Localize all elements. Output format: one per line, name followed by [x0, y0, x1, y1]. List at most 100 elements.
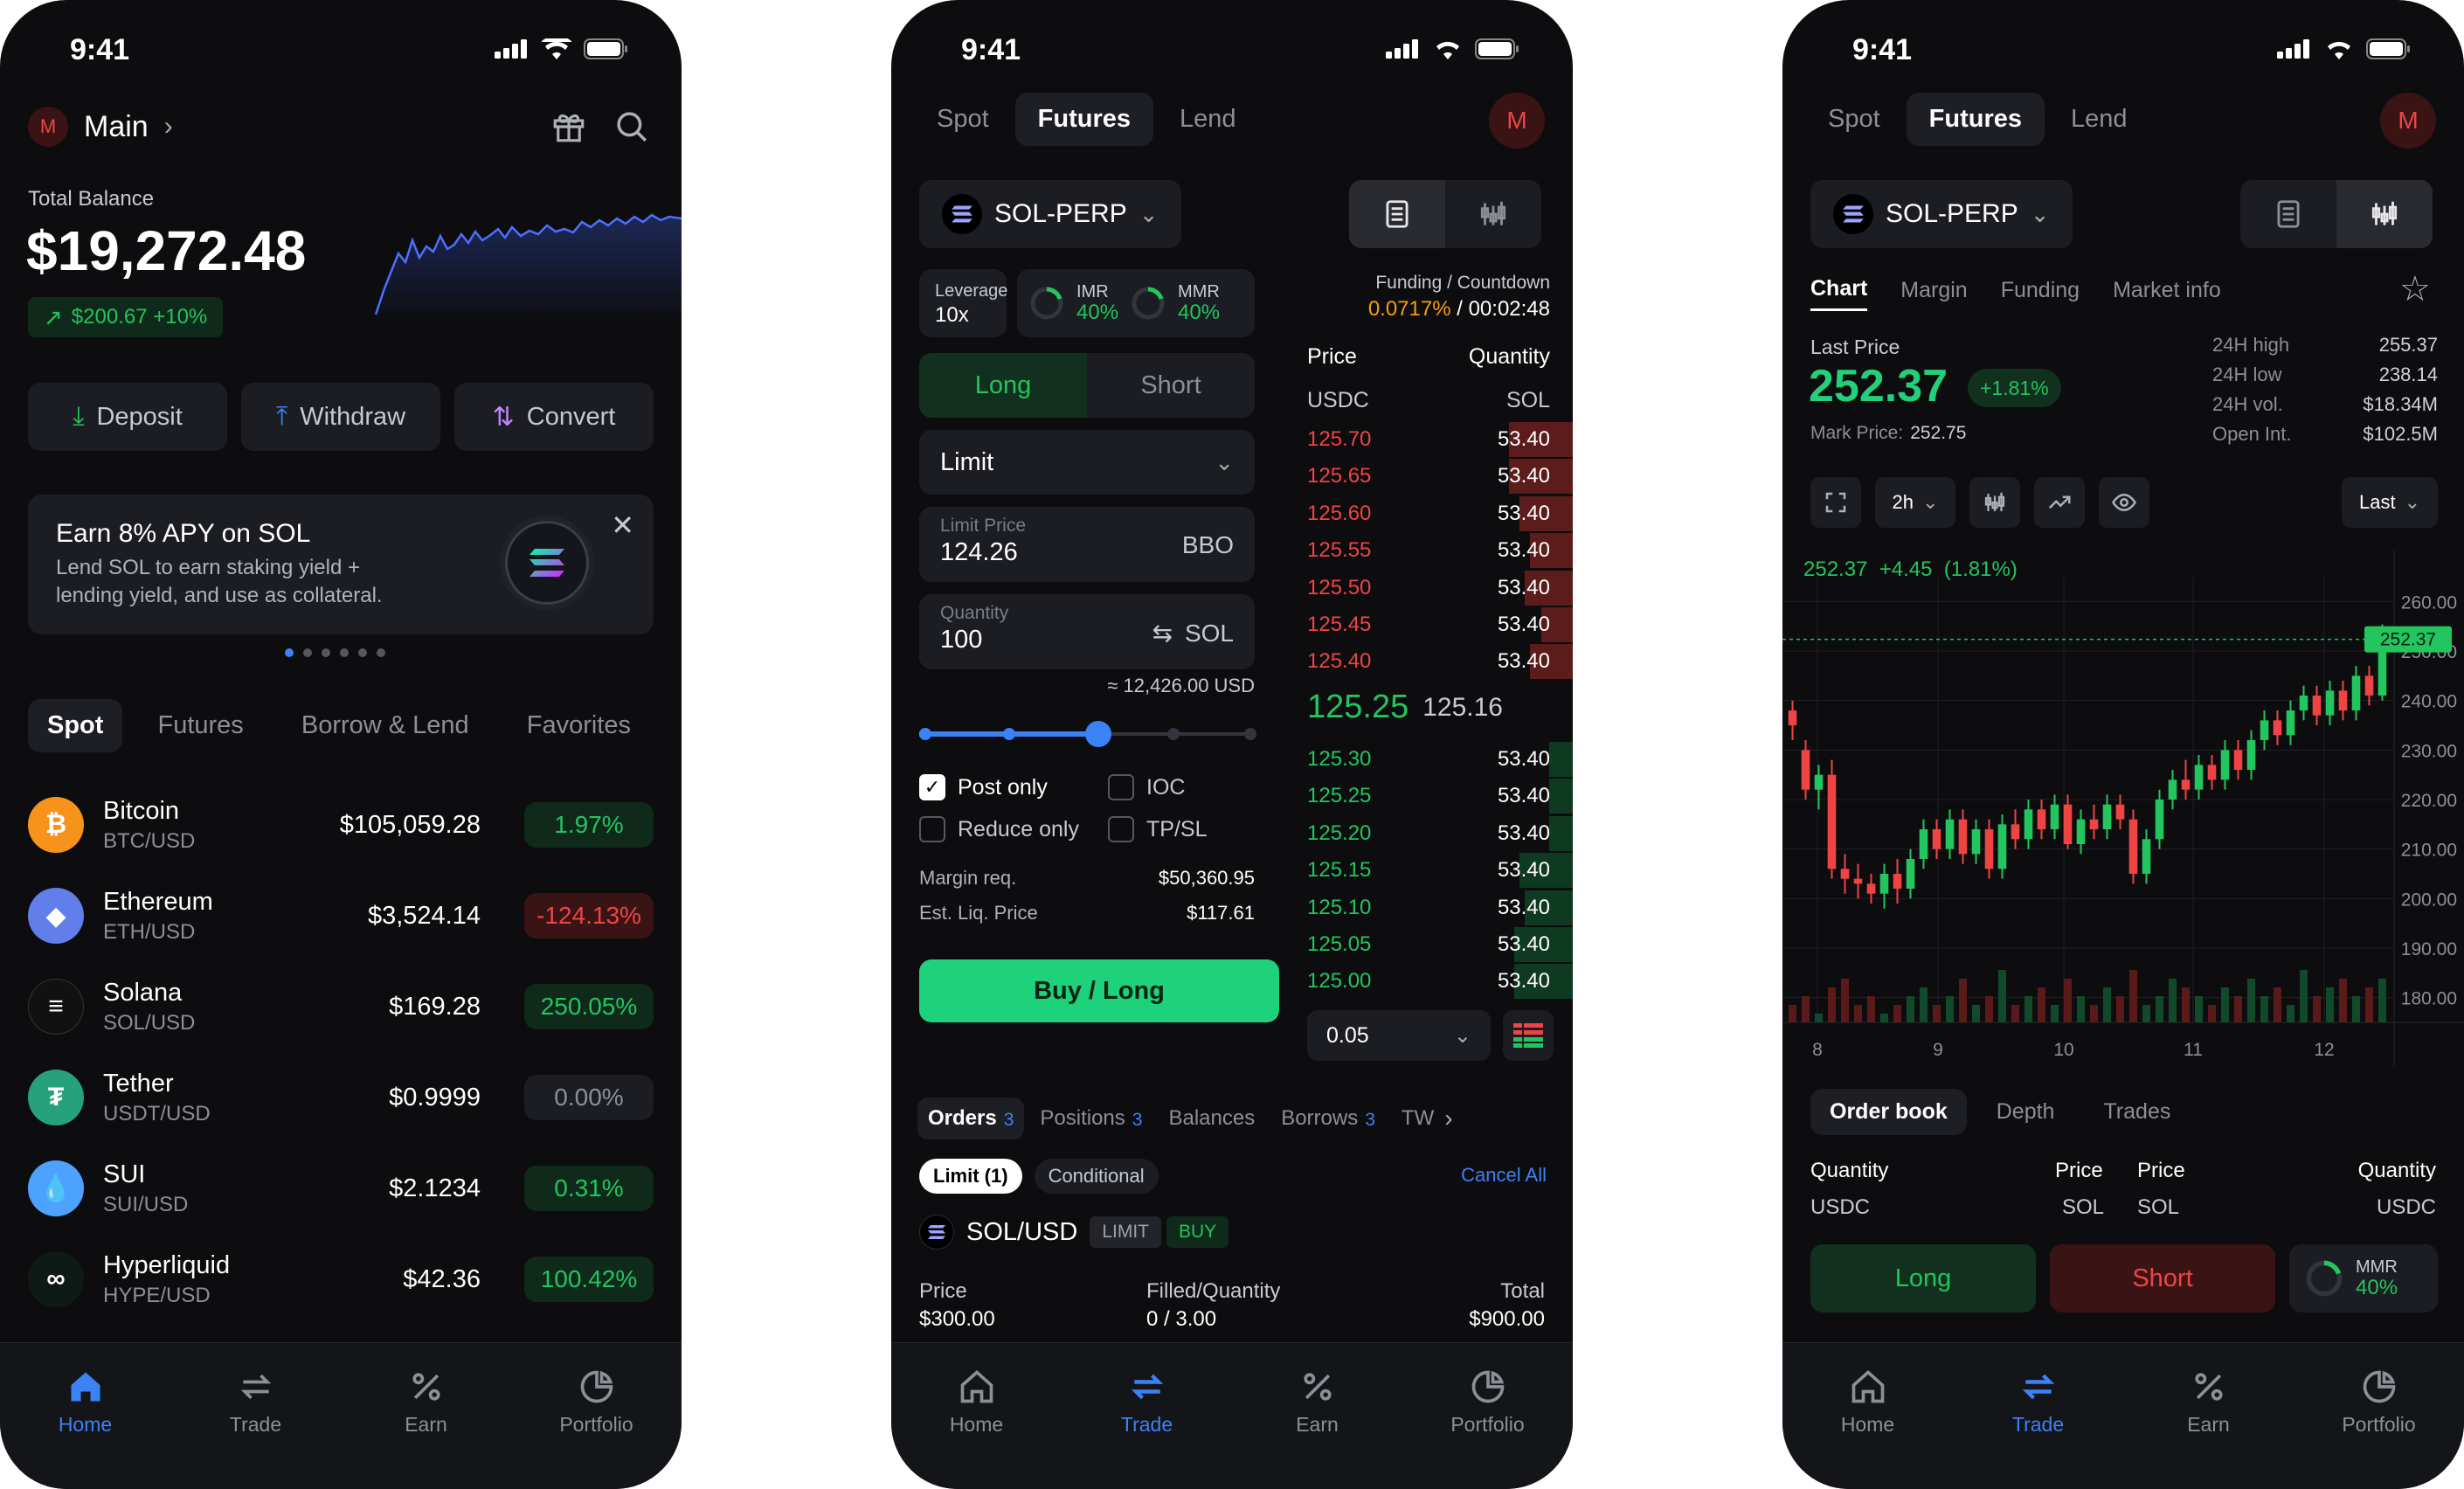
page-dot-active[interactable] [285, 648, 294, 657]
tab-borrow-lend[interactable]: Borrow & Lend [279, 699, 492, 752]
page-dot[interactable] [358, 648, 367, 657]
orderbook-view-button[interactable] [1349, 180, 1445, 248]
asset-row[interactable]: ₮ Tether USDT/USD $0.9999 0.00% [28, 1052, 654, 1143]
nav-portfolio[interactable]: Portfolio [1402, 1343, 1573, 1489]
short-button[interactable]: Short [2050, 1244, 2275, 1312]
tab-depth[interactable]: Depth [1977, 1089, 2074, 1135]
visibility-button[interactable] [2099, 477, 2149, 528]
convert-button[interactable]: ⇅ Convert [454, 383, 654, 451]
search-icon[interactable] [613, 108, 650, 145]
tab-lend[interactable]: Lend [1157, 93, 1259, 146]
ask-row[interactable]: 125.50 53.40 [1307, 570, 1573, 606]
promo-card[interactable]: Earn 8% APY on SOL Lend SOL to earn stak… [28, 495, 654, 634]
asset-row[interactable]: ≡ Solana SOL/USD $169.28 250.05% [28, 961, 654, 1052]
orders-tab[interactable]: TW [1391, 1098, 1444, 1139]
price-mode-select[interactable]: Last ⌄ [2342, 477, 2438, 528]
mmr-indicator[interactable]: MMR 40% [2289, 1244, 2438, 1312]
slider-handle[interactable] [1085, 721, 1111, 747]
market-selector[interactable]: SOL-PERP ⌄ [1810, 180, 2073, 248]
subtab-funding[interactable]: Funding [2001, 278, 2080, 310]
tab-lend[interactable]: Lend [2048, 93, 2150, 146]
nav-trade[interactable]: Trade [1953, 1343, 2123, 1489]
tab-futures[interactable]: Futures [1906, 93, 2045, 146]
margin-ratio-box[interactable]: IMR 40% MMR 40% [1017, 269, 1255, 337]
post-only-checkbox[interactable]: ✓ Post only [919, 774, 1048, 800]
asset-row[interactable]: ◆ Ethereum ETH/USD $3,524.14 -124.13% [28, 870, 654, 961]
nav-trade[interactable]: Trade [1062, 1343, 1232, 1489]
subtab-margin[interactable]: Margin [1900, 278, 1967, 310]
gift-icon[interactable] [550, 108, 587, 145]
long-button[interactable]: Long [1810, 1244, 2036, 1312]
page-dot[interactable] [322, 648, 330, 657]
slider-stop[interactable] [1167, 728, 1180, 740]
nav-earn[interactable]: Earn [1232, 1343, 1402, 1489]
market-selector[interactable]: SOL-PERP ⌄ [919, 180, 1181, 248]
filter-conditional-chip[interactable]: Conditional [1034, 1159, 1159, 1194]
ask-row[interactable]: 125.55 53.40 [1307, 532, 1573, 569]
asset-row[interactable]: ₿ Bitcoin BTC/USD $105,059.28 1.97% [28, 779, 654, 870]
chart-view-button[interactable] [1445, 180, 1541, 248]
ask-row[interactable]: 125.65 53.40 [1307, 458, 1573, 495]
nav-earn[interactable]: Earn [2123, 1343, 2294, 1489]
short-tab[interactable]: Short [1087, 353, 1255, 418]
chart-view-button[interactable] [2336, 180, 2433, 248]
orders-tab[interactable]: Orders 3 [917, 1098, 1025, 1139]
ioc-checkbox[interactable]: IOC [1108, 774, 1185, 800]
buy-long-button[interactable]: Buy / Long [919, 959, 1279, 1022]
tab-futures[interactable]: Futures [135, 699, 266, 752]
deposit-button[interactable]: ⤓ Deposit [28, 383, 227, 451]
cancel-all-link[interactable]: Cancel All [1461, 1164, 1547, 1187]
slider-stop[interactable] [1003, 728, 1015, 740]
close-icon[interactable]: ✕ [611, 509, 634, 542]
bid-row[interactable]: 125.10 53.40 [1307, 890, 1573, 926]
limit-price-field[interactable]: Limit Price 124.26 BBO [919, 507, 1255, 582]
ask-row[interactable]: 125.40 53.40 [1307, 643, 1573, 680]
page-dot[interactable] [303, 648, 312, 657]
slider-stop[interactable] [1244, 728, 1256, 740]
bbo-button[interactable]: BBO [1182, 531, 1234, 559]
order-row-header[interactable]: SOL/USD LIMIT BUY [919, 1215, 1229, 1250]
page-dot[interactable] [340, 648, 349, 657]
bid-row[interactable]: 125.15 53.40 [1307, 852, 1573, 889]
book-layout-button[interactable] [1503, 1010, 1554, 1061]
account-avatar[interactable]: M [2380, 93, 2436, 149]
indicators-button[interactable] [2034, 477, 2085, 528]
nav-portfolio[interactable]: Portfolio [2294, 1343, 2464, 1489]
tick-size-select[interactable]: 0.05 ⌄ [1307, 1010, 1491, 1061]
order-type-select[interactable]: Limit ⌄ [919, 430, 1255, 495]
quantity-unit-toggle[interactable]: ⇆ SOL [1152, 619, 1235, 648]
orderbook-view-button[interactable] [2240, 180, 2336, 248]
slider-stop[interactable] [919, 728, 931, 740]
candlestick-chart[interactable]: 260.00250.00240.00230.00220.00210.00200.… [1782, 551, 2464, 1066]
page-dot[interactable] [377, 648, 385, 657]
bid-row[interactable]: 125.30 53.40 [1307, 741, 1573, 778]
promo-pagination[interactable] [285, 648, 385, 657]
chart-type-button[interactable] [1969, 477, 2020, 528]
chevron-right-icon[interactable]: › [1444, 1105, 1452, 1132]
nav-earn[interactable]: Earn [341, 1343, 511, 1489]
asset-row[interactable]: 💧 SUI SUI/USD $2.1234 0.31% [28, 1143, 654, 1234]
tab-trades[interactable]: Trades [2084, 1089, 2190, 1135]
orders-tab[interactable]: Positions 3 [1029, 1098, 1152, 1139]
tpsl-checkbox[interactable]: TP/SL [1108, 816, 1207, 842]
account-switcher[interactable]: M Main › [28, 107, 173, 147]
filter-limit-chip[interactable]: Limit (1) [919, 1159, 1022, 1194]
ask-row[interactable]: 125.70 53.40 [1307, 421, 1573, 458]
quantity-field[interactable]: Quantity 100 ⇆ SOL [919, 594, 1255, 669]
orders-tab[interactable]: Balances [1158, 1098, 1265, 1139]
size-slider[interactable] [919, 718, 1256, 750]
leverage-box[interactable]: Leverage 10x [919, 269, 1007, 337]
subtab-chart[interactable]: Chart [1810, 276, 1868, 311]
tab-spot[interactable]: Spot [914, 93, 1012, 146]
nav-portfolio[interactable]: Portfolio [511, 1343, 682, 1489]
nav-home[interactable]: Home [1782, 1343, 1953, 1489]
long-tab[interactable]: Long [919, 353, 1087, 418]
tab-spot[interactable]: Spot [1805, 93, 1903, 146]
account-avatar[interactable]: M [1489, 93, 1545, 149]
bid-row[interactable]: 125.05 53.40 [1307, 926, 1573, 963]
fullscreen-button[interactable] [1810, 477, 1861, 528]
ask-row[interactable]: 125.45 53.40 [1307, 606, 1573, 643]
nav-home[interactable]: Home [891, 1343, 1062, 1489]
bid-row[interactable]: 125.20 53.40 [1307, 815, 1573, 852]
star-icon[interactable]: ☆ [2399, 269, 2431, 309]
